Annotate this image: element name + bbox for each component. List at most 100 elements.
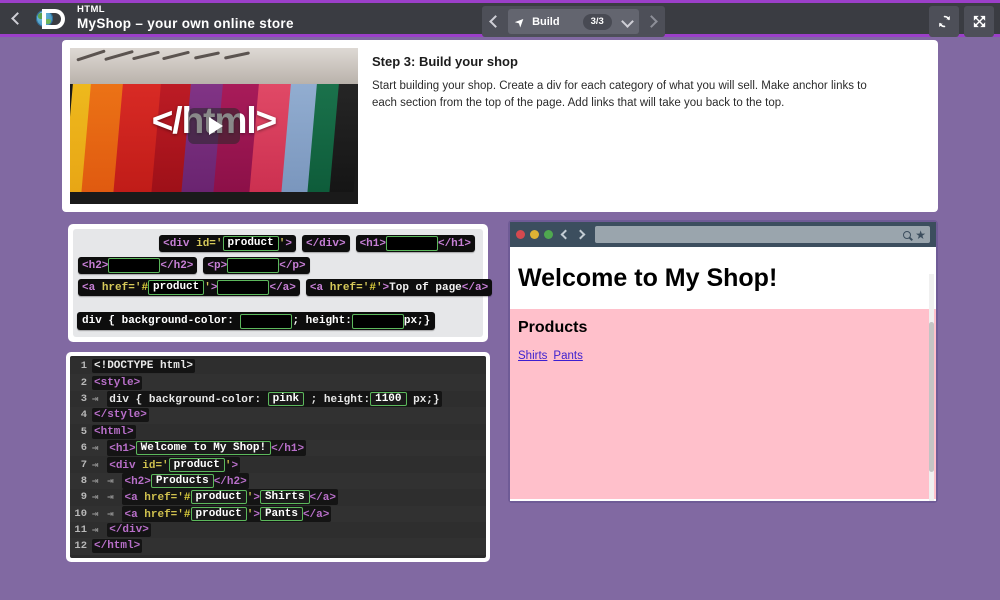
code-token: </a> [269, 281, 296, 294]
code-token: href=' [144, 508, 184, 521]
editor-line[interactable]: 9 ⇥ ⇥ <a href='# product '> Shirts </a> [70, 489, 486, 506]
lesson-label: Build [532, 15, 560, 28]
editor-input-slot[interactable]: 1100 [370, 391, 407, 406]
editor-line[interactable]: 11 ⇥ </div> [70, 521, 486, 539]
app-back-button[interactable] [0, 0, 34, 37]
code-token: ' [375, 281, 383, 294]
play-icon [208, 117, 223, 135]
code-token-group: <div id=' product '> [107, 456, 241, 473]
block-anchor-product[interactable]: <a href= ' # product ' > </a> [78, 279, 300, 296]
editor-line[interactable]: 7 ⇥ <div id=' product '> [70, 456, 486, 473]
code-token: px;} [406, 393, 440, 406]
palette-input-slot[interactable]: product [222, 236, 279, 251]
code-token: > [231, 459, 239, 472]
app-logo[interactable] [36, 8, 65, 29]
editor-line[interactable]: 2 <style> [70, 374, 486, 391]
block-div-open[interactable]: <div id= ' product ' > [159, 235, 296, 252]
palette-input-slot[interactable] [227, 258, 280, 273]
block-anchor-top[interactable]: <a href= ' # ' > Top of page </a> [305, 279, 493, 296]
lesson-next-button[interactable] [639, 6, 665, 37]
code-token: <h2> [124, 475, 151, 488]
star-icon[interactable]: ★ [915, 229, 926, 241]
line-number: 8 [80, 474, 87, 487]
code-token: </h1> [271, 443, 305, 456]
code-token-group: <a href='# product '> Pants </a> [122, 505, 332, 522]
line-code: <html> [92, 424, 136, 439]
block-css-div-style[interactable]: div { background-color: ; height: px;} [77, 312, 436, 330]
code-editor[interactable]: 1 <!DOCTYPE html> 2 <style> 3 ⇥ div { backgro… [66, 352, 490, 562]
lesson-card: </html> Step 3: Build your shop Start bu… [62, 40, 938, 212]
code-token: <a [124, 492, 145, 505]
block-h1[interactable]: <h1> </h1> [355, 235, 475, 252]
editor-line[interactable]: 5 <html> [70, 423, 486, 440]
code-token: > [210, 281, 218, 294]
lesson-selector[interactable]: ➤ Build 3/3 [508, 9, 639, 34]
code-token: <div [163, 237, 197, 250]
editor-input-slot[interactable]: product [168, 457, 225, 472]
tab-indent-icon: ⇥ [107, 508, 121, 521]
address-bar[interactable]: ★ [595, 226, 930, 243]
preview-heading-1: Welcome to My Shop! [518, 264, 778, 292]
fullscreen-button[interactable] [964, 6, 994, 37]
block-div-close[interactable]: </div> [301, 235, 350, 252]
code-token: </div> [109, 524, 149, 537]
refresh-button[interactable] [929, 6, 959, 37]
editor-line[interactable]: 10 ⇥ ⇥ <a href='# product '> Pants </a> [70, 505, 486, 522]
browser-back-icon[interactable] [560, 229, 571, 240]
lesson-video-thumbnail[interactable]: </html> [70, 48, 358, 204]
editor-input-slot[interactable]: Welcome to My Shop! [135, 441, 272, 456]
editor-input-slot[interactable]: Pants [259, 506, 303, 521]
browser-forward-icon[interactable] [575, 229, 586, 240]
editor-line[interactable]: 6 ⇥ <h1> Welcome to My Shop! </h1> [70, 439, 486, 457]
editor-line[interactable]: 12 </html> [70, 538, 486, 555]
css-height-slot[interactable] [351, 313, 404, 329]
code-token: <html> [94, 425, 134, 438]
code-token: id= [196, 237, 216, 250]
editor-line[interactable]: 3 ⇥ div { background-color: pink ; height… [70, 390, 486, 408]
preview-link[interactable]: Shirts [518, 350, 547, 362]
preview-link[interactable]: Pants [553, 350, 582, 362]
editor-line[interactable]: 1 <!DOCTYPE html> [70, 358, 486, 375]
preview-scrollbar-thumb[interactable] [929, 322, 934, 472]
editor-input-slot[interactable]: Shirts [259, 490, 310, 505]
fullscreen-icon [973, 15, 985, 28]
editor-input-slot[interactable]: pink [267, 391, 305, 406]
code-token: <h1> [109, 443, 136, 456]
lesson-prev-button[interactable] [482, 6, 508, 37]
code-token-group: <h1> Welcome to My Shop! </h1> [107, 440, 307, 457]
d-logo-icon [42, 8, 65, 29]
preview-heading-2: Products [518, 319, 588, 336]
refresh-icon [938, 15, 950, 28]
editor-input-slot[interactable]: product [190, 490, 247, 505]
line-code: ⇥ div { background-color: pink ; height:… [92, 390, 442, 407]
maximize-dot-green[interactable] [544, 230, 553, 239]
chevron-down-icon[interactable] [620, 15, 634, 28]
css-middle: ; height: [292, 315, 352, 327]
css-color-slot[interactable] [240, 313, 293, 329]
search-icon[interactable] [903, 230, 912, 239]
play-button[interactable] [188, 108, 240, 144]
line-number: 12 [74, 540, 87, 553]
close-dot-red[interactable] [516, 230, 525, 239]
block-h2[interactable]: <h2> </h2> [78, 257, 198, 274]
block-p[interactable]: <p> </p> [203, 257, 310, 274]
line-number: 5 [80, 425, 87, 438]
code-token: ' [215, 237, 223, 250]
top-bar-actions [929, 6, 994, 37]
editor-input-slot[interactable]: product [190, 506, 247, 521]
tab-indent-icon: ⇥ [107, 492, 121, 505]
code-token-group: </style> [92, 408, 149, 423]
editor-line[interactable]: 8 ⇥ ⇥ <h2> Products </h2> [70, 472, 486, 490]
line-number: 2 [80, 376, 87, 389]
code-token: </h2> [213, 475, 247, 488]
palette-input-slot[interactable] [108, 258, 161, 273]
minimize-dot-yellow[interactable] [530, 230, 539, 239]
palette-input-slot[interactable] [385, 236, 438, 251]
code-token: </a> [309, 492, 336, 505]
editor-line[interactable]: 4 </style> [70, 407, 486, 424]
palette-input-slot[interactable] [217, 280, 270, 295]
code-token-group: <html> [92, 424, 136, 439]
palette-input-slot[interactable]: product [148, 280, 205, 295]
tab-indent-icon: ⇥ [92, 508, 106, 521]
editor-input-slot[interactable]: Products [150, 473, 214, 488]
